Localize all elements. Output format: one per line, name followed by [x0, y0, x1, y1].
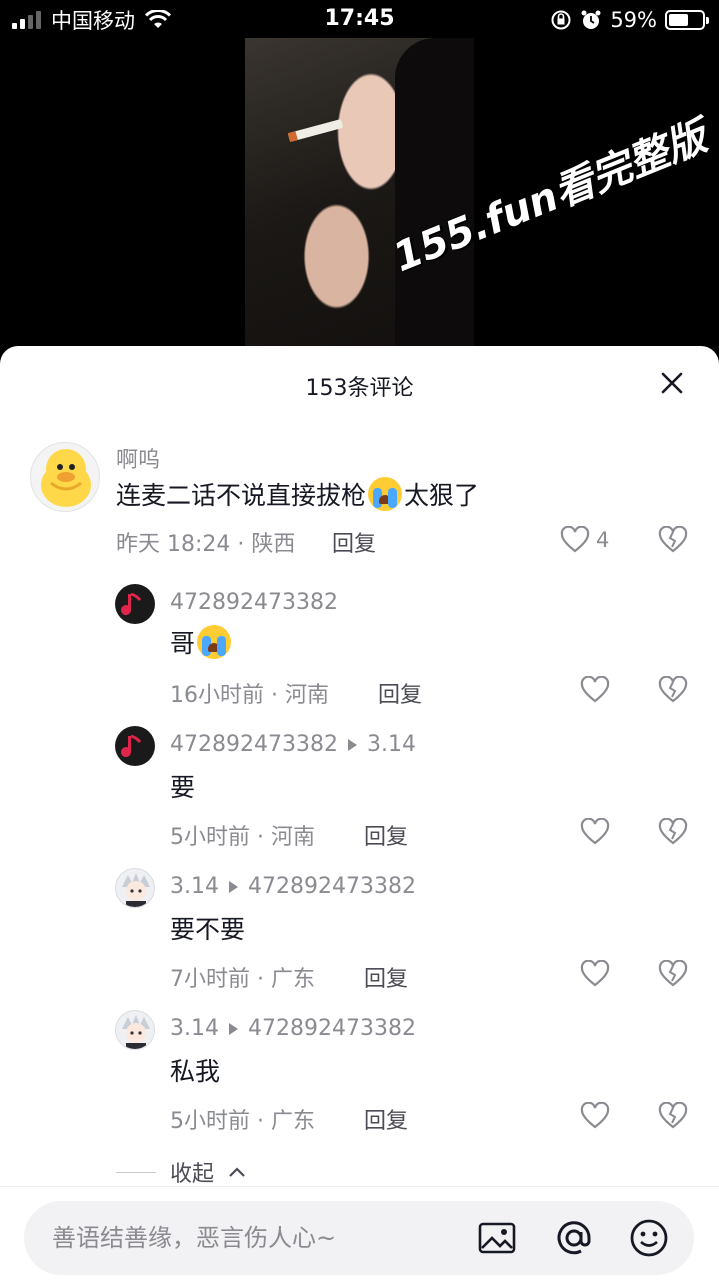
reply-text: 哥	[170, 624, 233, 660]
heart-icon[interactable]	[580, 818, 610, 846]
dislike-icon[interactable]	[658, 1102, 688, 1130]
status-bar: 中国移动 17:45 59%	[0, 0, 719, 40]
reply-text: 要	[170, 773, 196, 802]
reply-username[interactable]: 3.14 472892473382	[170, 874, 416, 899]
heart-icon[interactable]	[580, 960, 610, 988]
reply-text: 要不要	[170, 915, 246, 944]
reply-arrow-icon	[347, 738, 357, 751]
comment-count-title: 153条评论	[305, 376, 414, 401]
like-count: 4	[596, 528, 610, 552]
mention-icon[interactable]	[553, 1217, 595, 1259]
avatar[interactable]	[115, 1010, 155, 1050]
status-right: 59%	[550, 7, 709, 33]
close-icon[interactable]	[659, 370, 685, 396]
reply-button[interactable]: 回复	[378, 677, 422, 709]
dislike-icon[interactable]	[658, 526, 688, 554]
collapse-label: 收起	[170, 1162, 215, 1187]
reply-username[interactable]: 472892473382 3.14	[170, 732, 416, 757]
video-frame[interactable]	[245, 38, 474, 350]
image-icon[interactable]	[476, 1217, 518, 1259]
reply-text: 私我	[170, 1057, 221, 1086]
comment-sheet: 153条评论 啊呜 连麦二话不说直接拔枪 太狠了 昨天 18:24 · 陕西 回…	[0, 346, 719, 1280]
cigarette-graphic	[287, 119, 344, 142]
alarm-icon	[581, 10, 601, 29]
avatar[interactable]	[115, 726, 155, 766]
emoji-icon[interactable]	[628, 1217, 670, 1259]
reply-arrow-icon	[228, 880, 238, 893]
battery-percent: 59%	[610, 8, 657, 32]
crying-emoji-icon	[197, 625, 232, 659]
reply-meta: 5小时前 · 广东	[170, 1109, 315, 1134]
comment-input-bar	[0, 1186, 719, 1280]
like-button[interactable]: 4	[560, 526, 609, 554]
heart-icon[interactable]	[580, 1102, 610, 1130]
reply-meta: 16小时前 · 河南	[170, 683, 329, 708]
collapse-replies-button[interactable]: 收起	[116, 1156, 246, 1188]
comment-input-box[interactable]	[24, 1201, 694, 1275]
reply-button[interactable]: 回复	[364, 1103, 408, 1135]
avatar[interactable]	[115, 868, 155, 908]
reply-arrow-icon	[228, 1022, 238, 1035]
divider	[116, 1171, 156, 1173]
avatar[interactable]	[30, 442, 100, 512]
battery-icon	[665, 10, 709, 30]
chevron-up-icon	[229, 1167, 245, 1177]
comment-username[interactable]: 啊呜	[116, 442, 160, 474]
comment-text: 连麦二话不说直接拔枪 太狠了	[116, 476, 479, 512]
heart-icon[interactable]	[580, 676, 610, 704]
comment-meta: 昨天 18:24 · 陕西	[116, 532, 296, 557]
heart-icon	[560, 526, 590, 553]
comment-input[interactable]	[52, 1201, 472, 1275]
reply-button[interactable]: 回复	[364, 961, 408, 993]
dislike-icon[interactable]	[658, 818, 688, 846]
rotation-lock-icon	[551, 10, 571, 30]
reply-meta: 5小时前 · 河南	[170, 825, 315, 850]
reply-button[interactable]: 回复	[332, 526, 376, 558]
reply-button[interactable]: 回复	[364, 819, 408, 851]
reply-meta: 7小时前 · 广东	[170, 967, 315, 992]
avatar[interactable]	[115, 584, 155, 624]
reply-username[interactable]: 3.14 472892473382	[170, 1016, 416, 1041]
dislike-icon[interactable]	[658, 676, 688, 704]
dislike-icon[interactable]	[658, 960, 688, 988]
crying-emoji-icon	[368, 477, 403, 511]
reply-username[interactable]: 472892473382	[170, 590, 338, 615]
